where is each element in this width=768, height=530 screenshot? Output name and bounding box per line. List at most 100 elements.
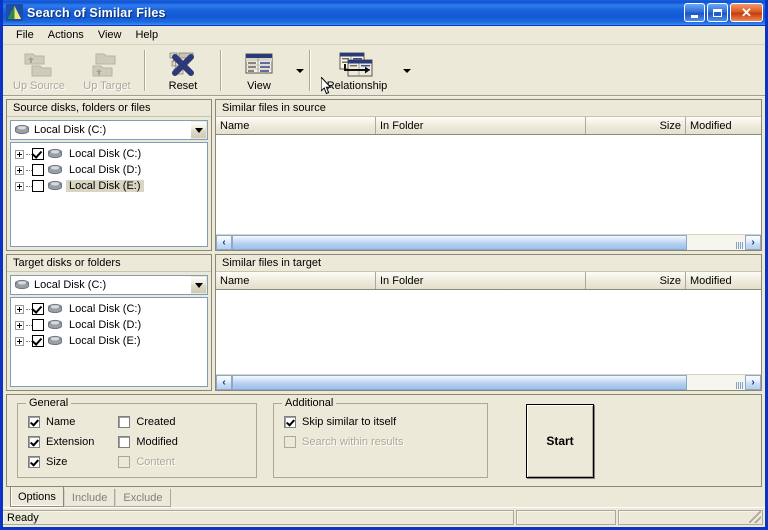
toolbar-label-up-source: Up Source (13, 80, 65, 92)
up-target-folder-icon (90, 50, 124, 79)
maximize-icon (713, 8, 722, 17)
checkbox-box (284, 416, 296, 428)
checkbox-name[interactable]: Name (28, 416, 94, 428)
tree-checkbox[interactable] (32, 303, 44, 315)
scroll-track[interactable] (232, 235, 745, 250)
source-drive-tree[interactable]: Local Disk (C:) Local Disk (D:) Local Di… (10, 142, 208, 247)
scroll-thumb[interactable] (232, 375, 744, 390)
maximize-button[interactable] (707, 3, 728, 22)
column-header-infolder[interactable]: In Folder (376, 272, 586, 289)
menu-bar: File Actions View Help (3, 26, 765, 45)
close-icon: ✕ (741, 4, 752, 20)
source-panel-header: Source disks, folders or files (7, 100, 211, 117)
tab-exclude[interactable]: Exclude (115, 489, 171, 507)
menu-file[interactable]: File (9, 27, 41, 43)
tree-checkbox[interactable] (32, 335, 44, 347)
column-header-modified[interactable]: Modified (686, 117, 761, 134)
column-header-infolder[interactable]: In Folder (376, 117, 586, 134)
tree-item-source-e[interactable]: Local Disk (E:) (11, 178, 207, 194)
view-list-icon (242, 50, 276, 79)
expand-icon[interactable] (15, 149, 24, 159)
target-results-hscrollbar[interactable]: ‹ › (216, 374, 761, 390)
toolbar-button-up-target[interactable]: Up Target (73, 47, 141, 95)
tab-options[interactable]: Options (10, 487, 64, 507)
general-group-title: General (26, 397, 72, 409)
expand-icon[interactable] (15, 304, 24, 314)
checkbox-search-within-results: Search within results (284, 436, 404, 448)
drive-icon (14, 279, 30, 292)
resize-grip-icon[interactable] (749, 511, 761, 523)
scroll-left-icon[interactable]: ‹ (216, 375, 232, 390)
menu-view[interactable]: View (91, 27, 129, 43)
source-results-hscrollbar[interactable]: ‹ › (216, 234, 761, 250)
toolbar-button-reset[interactable]: Reset (149, 47, 217, 95)
tree-item-target-e[interactable]: Local Disk (E:) (11, 333, 207, 349)
target-results-header: Similar files in target (216, 255, 761, 272)
toolbar-button-relationship[interactable]: Relationship (314, 47, 400, 95)
source-results-body[interactable] (216, 135, 761, 234)
column-header-name[interactable]: Name (216, 272, 376, 289)
caption-button-group: ✕ (684, 3, 763, 22)
tree-item-label: Local Disk (D:) (69, 164, 142, 176)
tab-include[interactable]: Include (63, 489, 116, 507)
checkbox-box (28, 436, 40, 448)
expand-icon[interactable] (15, 181, 24, 191)
drive-icon (47, 335, 63, 348)
expand-icon[interactable] (15, 336, 24, 346)
scroll-left-icon[interactable]: ‹ (216, 235, 232, 250)
general-column-2: Created Modified Content (118, 416, 178, 471)
tree-checkbox[interactable] (32, 319, 44, 331)
source-results-columns: Name In Folder Size Modified (216, 117, 761, 135)
menu-help[interactable]: Help (128, 27, 165, 43)
checkbox-size[interactable]: Size (28, 456, 94, 468)
tree-item-target-c[interactable]: Local Disk (C:) (11, 301, 207, 317)
column-header-size[interactable]: Size (586, 272, 686, 289)
toolbar-dropdown-relationship[interactable] (400, 47, 413, 95)
checkbox-created[interactable]: Created (118, 416, 178, 428)
start-button[interactable]: Start (526, 403, 594, 478)
toolbar-separator-3 (309, 50, 311, 91)
scroll-track[interactable] (232, 375, 745, 390)
target-drive-combo[interactable]: Local Disk (C:) (10, 275, 208, 295)
scroll-right-icon[interactable]: › (745, 235, 761, 250)
column-header-modified[interactable]: Modified (686, 272, 761, 289)
source-combo-dropdown-button[interactable] (190, 121, 207, 139)
scroll-right-icon[interactable]: › (745, 375, 761, 390)
minimize-button[interactable] (684, 3, 705, 22)
column-header-name[interactable]: Name (216, 117, 376, 134)
toolbar-separator-2 (220, 50, 222, 91)
title-bar: Search of Similar Files ✕ (3, 0, 765, 25)
reset-x-icon (166, 50, 200, 79)
scroll-thumb[interactable] (232, 235, 744, 250)
tree-item-target-d[interactable]: Local Disk (D:) (11, 317, 207, 333)
expand-icon[interactable] (15, 165, 24, 175)
tree-checkbox[interactable] (32, 148, 44, 160)
toolbar: Up Source Up Target Reset View Relations… (3, 45, 765, 97)
target-combo-dropdown-button[interactable] (190, 276, 207, 294)
target-results-body[interactable] (216, 290, 761, 374)
target-results-panel: Similar files in target Name In Folder S… (215, 254, 762, 391)
toolbar-button-up-source[interactable]: Up Source (5, 47, 73, 95)
checkbox-skip-similar-to-itself[interactable]: Skip similar to itself (284, 416, 404, 428)
checkbox-box (118, 456, 131, 468)
checkbox-label: Size (46, 456, 68, 468)
chevron-down-icon (194, 282, 203, 288)
up-source-folder-icon (22, 50, 56, 79)
tree-item-source-c[interactable]: Local Disk (C:) (11, 146, 207, 162)
tree-checkbox[interactable] (32, 180, 44, 192)
column-header-size[interactable]: Size (586, 117, 686, 134)
tree-checkbox[interactable] (32, 164, 44, 176)
tree-item-source-d[interactable]: Local Disk (D:) (11, 162, 207, 178)
expand-icon[interactable] (15, 320, 24, 330)
drive-icon (14, 124, 30, 137)
drive-icon (47, 148, 63, 161)
checkbox-modified[interactable]: Modified (118, 436, 178, 448)
source-drive-combo[interactable]: Local Disk (C:) (10, 120, 208, 140)
menu-actions[interactable]: Actions (41, 27, 91, 43)
target-drive-tree[interactable]: Local Disk (C:) Local Disk (D:) Local Di… (10, 297, 208, 387)
toolbar-button-view[interactable]: View (225, 47, 293, 95)
toolbar-dropdown-view[interactable] (293, 47, 306, 95)
chevron-down-icon (402, 69, 411, 73)
close-button[interactable]: ✕ (730, 3, 763, 22)
checkbox-extension[interactable]: Extension (28, 436, 94, 448)
